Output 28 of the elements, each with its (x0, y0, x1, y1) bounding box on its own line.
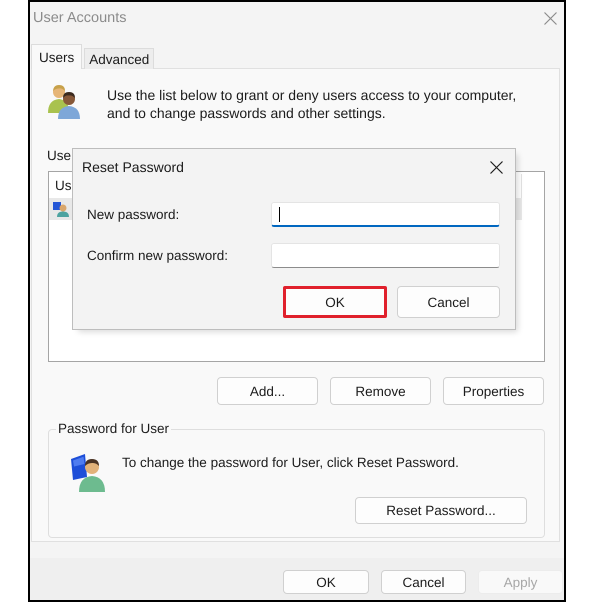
close-button[interactable] (490, 160, 503, 174)
users-icon (45, 83, 81, 119)
person-monitor-icon (70, 452, 106, 492)
dialog-button[interactable]: OK (283, 570, 369, 594)
user-account-icon (53, 201, 69, 217)
column-header[interactable]: Us (49, 174, 72, 198)
tab[interactable]: Users (31, 44, 82, 69)
group-title: Password for User (57, 421, 170, 437)
reset-password-button[interactable]: Reset Password... (355, 497, 527, 524)
list-button[interactable]: Add... (217, 377, 318, 405)
tab[interactable]: Advanced (84, 48, 154, 69)
list-button[interactable]: Remove (330, 377, 431, 405)
close-icon (544, 12, 557, 24)
field-label: New password: (87, 206, 180, 222)
close-icon (490, 160, 503, 174)
text-cursor-icon (279, 206, 280, 222)
group-text: To change the password for User, click Reset Password. (122, 455, 459, 471)
password-field[interactable] (271, 243, 500, 268)
list-button[interactable]: Properties (443, 377, 544, 405)
dialog-button[interactable]: Cancel (381, 570, 466, 594)
list-label: Use (47, 148, 72, 164)
dialog-button[interactable]: Cancel (397, 286, 500, 318)
password-field[interactable] (271, 202, 500, 227)
window-title: User Accounts (33, 10, 128, 26)
intro-text: Use the list below to grant or deny users access to your computer, and to change passwords and other settings. (107, 86, 518, 122)
dialog-button[interactable]: OK (283, 286, 387, 318)
field-label: Confirm new password: (87, 248, 230, 264)
dialog-title: Reset Password (82, 159, 185, 175)
